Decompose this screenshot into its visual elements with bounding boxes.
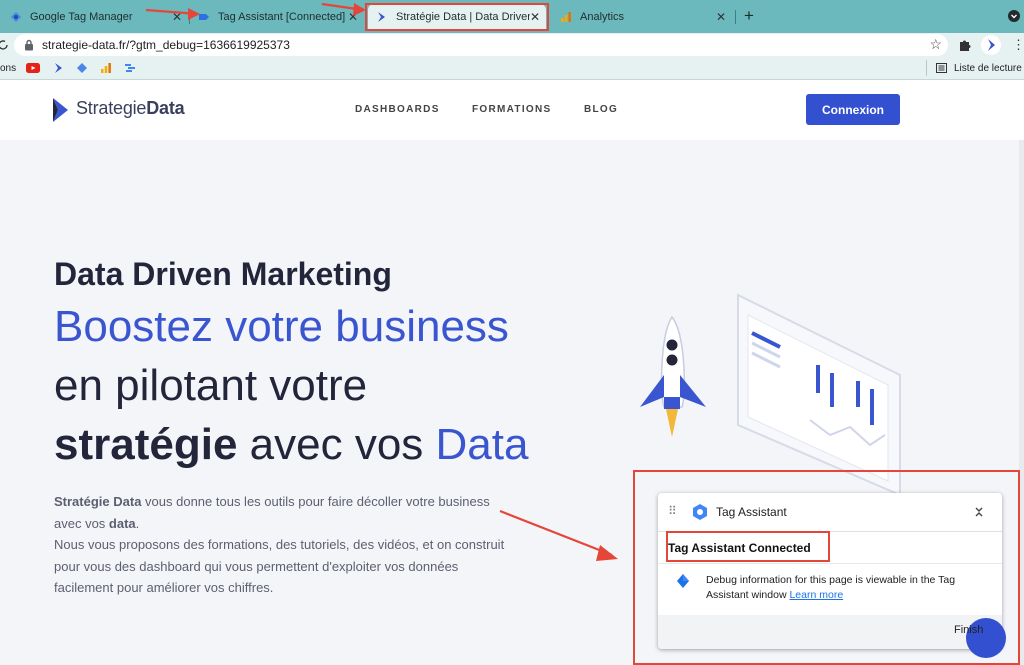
reading-list-label[interactable]: Liste de lecture xyxy=(954,63,1022,74)
site-logo[interactable]: StrategieData xyxy=(76,98,185,119)
reading-list-icon[interactable] xyxy=(936,63,947,73)
lock-icon[interactable] xyxy=(24,39,34,51)
annotation-box-active-tab xyxy=(365,3,549,31)
logo-text-regular: Strategie xyxy=(76,98,147,118)
bookmark-star-icon[interactable]: ☆ xyxy=(929,36,942,53)
annotation-box-connected xyxy=(666,531,830,562)
reload-icon[interactable] xyxy=(0,39,8,51)
nav-dashboards[interactable]: DASHBOARDS xyxy=(355,104,440,115)
gtm-diamond-icon xyxy=(677,574,689,588)
gtm-bookmark-icon[interactable] xyxy=(76,62,88,74)
gtm-icon xyxy=(11,12,21,22)
learn-more-link[interactable]: Learn more xyxy=(789,589,843,601)
desc-brand: Stratégie Data xyxy=(54,494,142,509)
desc-text-2: . xyxy=(135,515,140,531)
hero-kicker: Data Driven Marketing xyxy=(54,256,392,292)
extensions-puzzle-icon[interactable] xyxy=(958,38,972,52)
url-text: strategie-data.fr/?gtm_debug=16366199253… xyxy=(42,38,290,52)
strategie-data-logo-icon[interactable] xyxy=(52,97,70,123)
hero-headline-line2: en pilotant votre xyxy=(54,361,368,410)
youtube-icon[interactable] xyxy=(26,63,40,73)
desc-text-3: Nous vous proposons des formations, des … xyxy=(54,537,505,595)
hero-description: Stratégie Data vous donne tous les outil… xyxy=(54,491,514,599)
collapse-chevrons-icon[interactable] xyxy=(973,505,985,519)
annotation-arrow-popup xyxy=(499,509,618,561)
hero-word-data: Data xyxy=(435,420,529,469)
analytics-bookmark-icon[interactable] xyxy=(100,62,112,74)
desc-data: data xyxy=(108,515,136,531)
close-icon[interactable]: ✕ xyxy=(716,10,726,24)
strategie-extension-icon[interactable] xyxy=(981,35,1001,55)
annotation-arrows xyxy=(145,2,366,20)
tab-search-icon[interactable] xyxy=(1008,10,1020,22)
omnibox[interactable]: strategie-data.fr/?gtm_debug=16366199253… xyxy=(14,34,948,56)
new-tab-button[interactable]: + xyxy=(744,6,754,26)
tab-title: Analytics xyxy=(580,11,625,23)
nav-blog[interactable]: BLOG xyxy=(584,104,618,115)
bookmark-apps-label[interactable]: ons xyxy=(0,63,16,74)
hero-headline-line1: Boostez votre business xyxy=(54,302,509,351)
finish-button-visible[interactable]: Finish xyxy=(954,624,983,636)
hero-word-avec-vos: avec vos xyxy=(237,420,436,469)
debug-info-text: Debug information for this page is viewa… xyxy=(706,573,986,603)
popup-footer-overlay xyxy=(658,615,958,649)
address-bar-row: strategie-data.fr/?gtm_debug=16366199253… xyxy=(0,33,1024,57)
login-button[interactable]: Connexion xyxy=(806,94,900,125)
strategie-data-bookmark-icon[interactable] xyxy=(54,62,64,74)
browser-menu-icon[interactable]: ⋮ xyxy=(1012,37,1024,53)
tab-separator xyxy=(735,10,736,24)
tab-analytics[interactable]: Analytics ✕ xyxy=(552,4,732,30)
hero-headline-line3: stratégie avec vos Data xyxy=(54,420,528,470)
popup-divider xyxy=(658,563,1002,564)
tag-assistant-logo-icon xyxy=(693,504,707,520)
tag-assistant-title: Tag Assistant xyxy=(716,505,787,519)
tag-assistant-header: ⠿ Tag Assistant xyxy=(658,493,1002,531)
hero-word-strategie: stratégie xyxy=(54,420,238,469)
analytics-icon xyxy=(561,12,571,22)
drag-handle-icon[interactable]: ⠿ xyxy=(668,504,677,518)
data-studio-bookmark-icon[interactable] xyxy=(124,62,136,74)
logo-text-bold: Data xyxy=(146,98,185,118)
bookmarks-bar: ons Liste de lecture xyxy=(0,57,1024,80)
bookmark-separator xyxy=(926,60,927,76)
nav-formations[interactable]: FORMATIONS xyxy=(472,104,551,115)
